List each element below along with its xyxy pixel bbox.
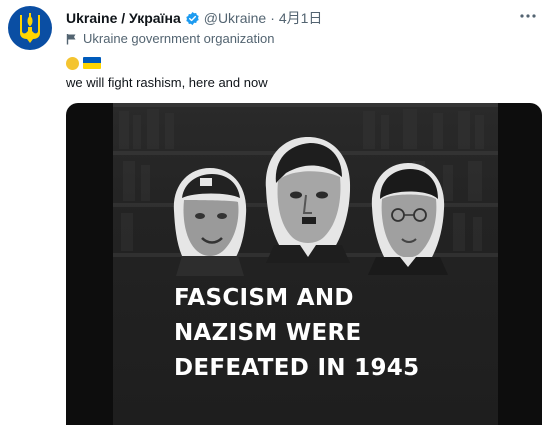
- tweet-text: we will fight rashism, here and now: [66, 75, 268, 90]
- tweet-media[interactable]: FASCISM AND NAZISM WERE DEFEATED IN 1945: [66, 103, 542, 425]
- headline-line-2: NAZISM WERE: [174, 320, 362, 346]
- emoji-row: [66, 55, 101, 71]
- verified-badge-icon: [185, 11, 200, 26]
- media-headline: FASCISM AND NAZISM WERE DEFEATED IN 1945: [174, 281, 494, 386]
- account-label-text: Ukraine government organization: [83, 31, 275, 46]
- tweet-date[interactable]: 4月1日: [279, 8, 323, 28]
- sun-emoji: [66, 56, 79, 70]
- ukraine-trident-icon: [20, 13, 40, 43]
- tweet: Ukraine / Україна @Ukraine · 4月1日 Ukrain…: [0, 0, 550, 425]
- portrait-left: [173, 168, 247, 276]
- government-flag-icon: [66, 33, 77, 45]
- separator-dot: ·: [270, 10, 275, 26]
- portrait-center: [265, 137, 351, 263]
- ukraine-flag-emoji: [83, 57, 101, 69]
- headline-line-3: DEFEATED IN 1945: [174, 355, 420, 381]
- account-label[interactable]: Ukraine government organization: [66, 31, 275, 46]
- user-handle[interactable]: @Ukraine: [204, 10, 266, 26]
- display-name[interactable]: Ukraine / Україна: [66, 10, 181, 26]
- tweet-header: Ukraine / Україна @Ukraine · 4月1日: [66, 8, 322, 28]
- more-options-icon[interactable]: [518, 8, 538, 24]
- headline-line-1: FASCISM AND: [174, 285, 354, 311]
- portrait-right: [368, 163, 448, 275]
- avatar[interactable]: [8, 6, 52, 50]
